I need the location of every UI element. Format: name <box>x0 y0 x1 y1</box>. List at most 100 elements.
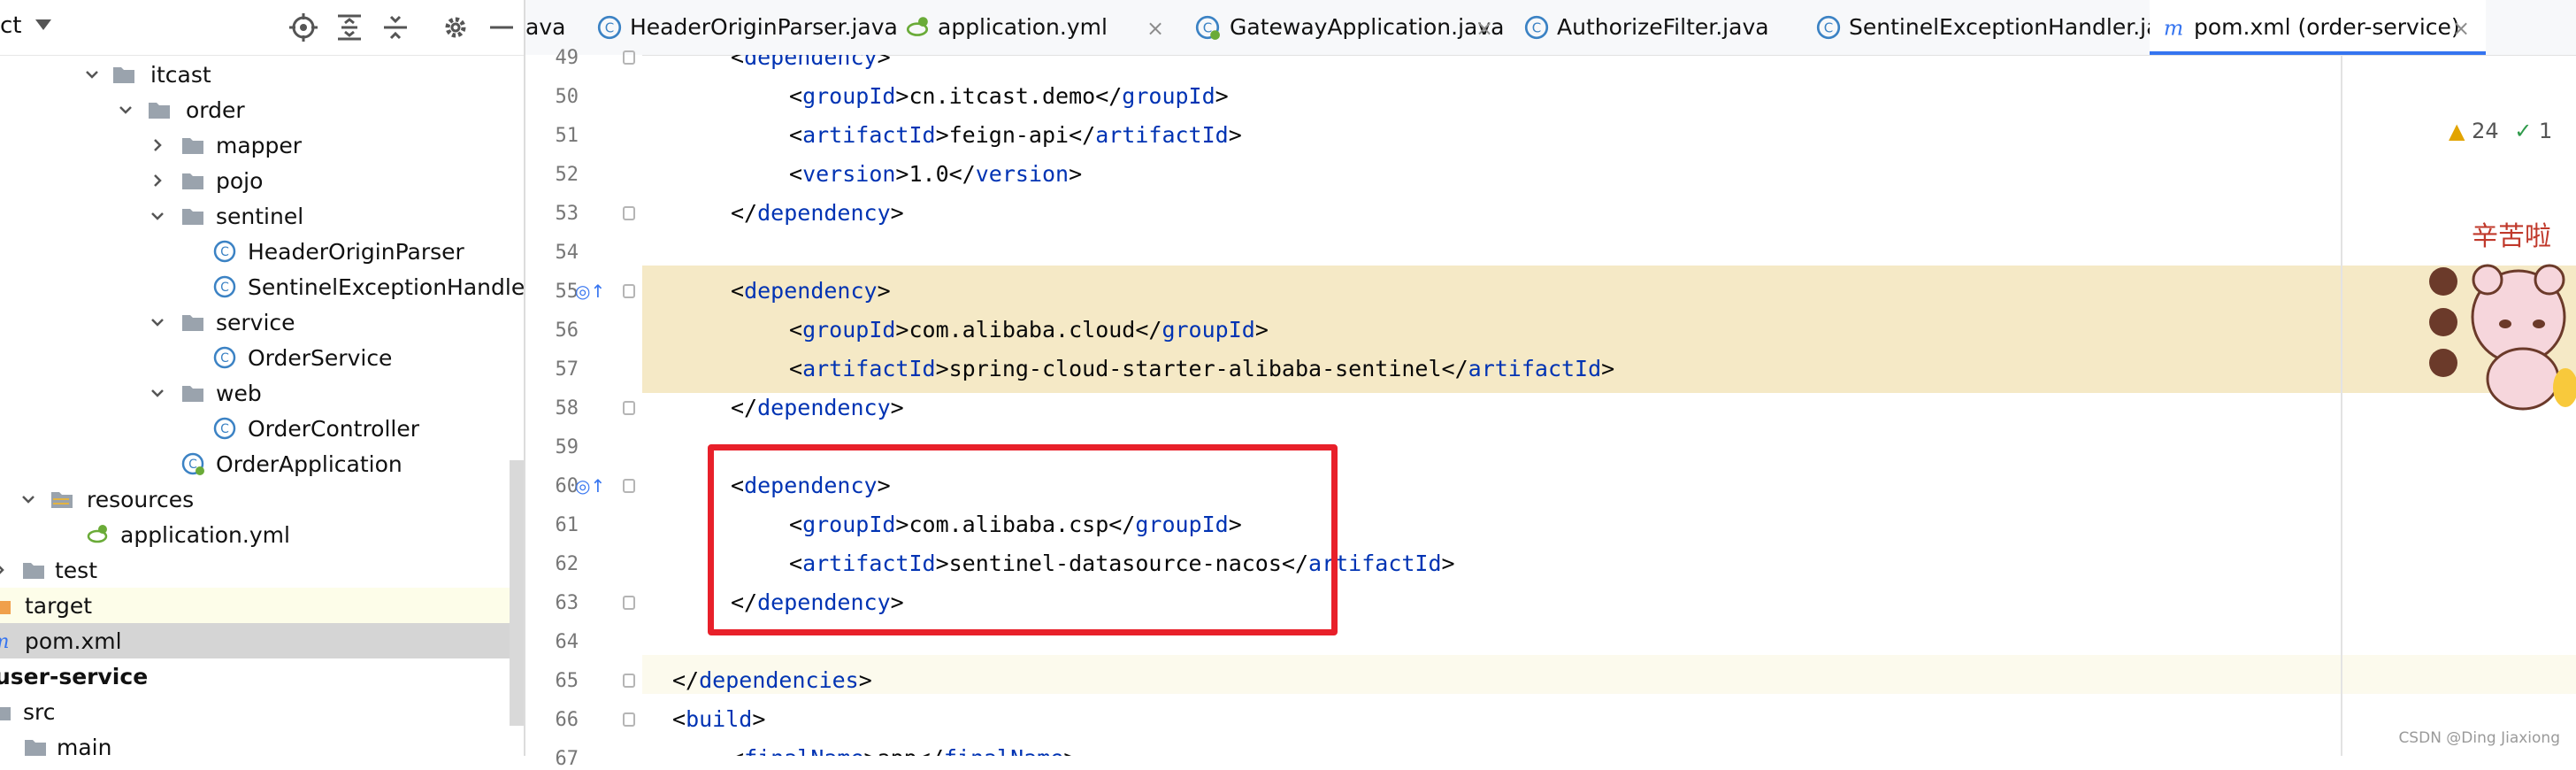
fold-marker-icon[interactable] <box>623 712 635 727</box>
line-number: 63 <box>555 592 579 614</box>
tree-item-label: test <box>55 558 98 583</box>
tree-item[interactable]: C OrderService <box>0 340 524 375</box>
tab-label: GatewayApplication.java <box>1230 14 1505 40</box>
editor-tab[interactable]: C HeaderOriginParser.java <box>580 0 898 55</box>
tree-item[interactable]: src <box>0 694 524 729</box>
code-line[interactable]: <build> <box>672 700 765 739</box>
chevron-down-icon[interactable] <box>115 99 136 120</box>
ok-count: 1 <box>2539 119 2553 143</box>
line-number: 58 <box>555 397 579 420</box>
dropdown-arrow-icon[interactable] <box>35 19 51 30</box>
code-line[interactable]: <artifactId>feign-api</artifactId> <box>789 116 1242 155</box>
folder-icon <box>180 204 205 228</box>
tree-item-label: HeaderOriginParser <box>248 239 464 265</box>
warning-icon: ▲ <box>2449 119 2465 143</box>
collapse-all-icon[interactable] <box>380 12 410 42</box>
tree-item-label: pojo <box>216 168 264 194</box>
editor-tab[interactable]: application.yml × <box>888 0 1178 55</box>
folder-icon <box>180 310 205 335</box>
tree-item[interactable]: main <box>0 729 524 756</box>
tree-item[interactable]: user-service <box>0 658 524 694</box>
gear-icon[interactable] <box>441 12 471 42</box>
code-line[interactable]: <dependency> <box>731 272 891 311</box>
chevron-down-icon[interactable] <box>18 489 39 510</box>
editor-tab[interactable]: m pom.xml (order-service) × <box>2150 0 2486 55</box>
fold-marker-icon[interactable] <box>623 479 635 493</box>
chevron-down-icon[interactable] <box>81 64 103 85</box>
right-margin-guide <box>2341 55 2342 756</box>
override-marker-icon[interactable]: ◎↑ <box>575 475 605 497</box>
code-line[interactable]: <groupId>cn.itcast.demo</groupId> <box>789 77 1229 116</box>
line-number: 59 <box>555 436 579 458</box>
tab-label: AuthorizeFilter.java <box>1557 14 1769 40</box>
target-icon[interactable] <box>288 12 318 42</box>
tree-item[interactable]: C SentinelExceptionHandle <box>0 269 524 304</box>
chevron-right-icon[interactable] <box>147 135 168 156</box>
fold-marker-icon[interactable] <box>623 401 635 415</box>
editor-tab[interactable]: C GatewayApplication.java × <box>1178 0 1507 55</box>
line-number: 50 <box>555 86 579 108</box>
code-line[interactable]: </dependencies> <box>672 661 872 700</box>
fold-marker-icon[interactable] <box>623 284 635 298</box>
editor-tab[interactable]: C SentinelExceptionHandler.java <box>1799 0 2187 55</box>
tree-item[interactable]: C OrderController <box>0 411 524 446</box>
fold-marker-icon[interactable] <box>623 50 635 65</box>
fold-marker-icon[interactable] <box>623 596 635 610</box>
folder-icon <box>180 133 205 158</box>
tree-item[interactable]: pojo <box>0 163 524 198</box>
tree-item[interactable]: service <box>0 304 524 340</box>
fold-marker-icon[interactable] <box>623 206 635 220</box>
minimize-icon[interactable] <box>487 12 517 42</box>
code-line[interactable]: </dependency> <box>731 194 904 233</box>
scrollbar[interactable] <box>510 460 524 726</box>
code-line[interactable]: </dependency> <box>731 389 904 427</box>
tab-label: HeaderOriginParser.java <box>630 14 898 40</box>
warnings-indicator[interactable]: ▲ 24 ✓ 1 <box>2449 119 2552 143</box>
expand-all-icon[interactable] <box>334 12 364 42</box>
override-marker-icon[interactable]: ◎↑ <box>575 281 605 302</box>
fold-marker-icon[interactable] <box>623 674 635 688</box>
folder-icon <box>111 62 136 87</box>
tree-item[interactable]: test <box>0 552 524 588</box>
close-icon[interactable]: × <box>1146 16 1164 41</box>
code-line[interactable]: <dependency> <box>731 55 891 77</box>
tree-item[interactable]: web <box>0 375 524 411</box>
chevron-down-icon[interactable] <box>147 205 168 227</box>
tab-label: ava <box>525 14 566 40</box>
line-number: 49 <box>555 47 579 69</box>
line-number: 60 <box>555 475 579 497</box>
tree-item[interactable]: application.yml <box>0 517 524 552</box>
line-number: 51 <box>555 125 579 147</box>
editor-tab[interactable]: C AuthorizeFilter.java <box>1507 0 1799 55</box>
tree-item[interactable]: m pom.xml <box>0 623 524 658</box>
chevron-down-icon[interactable] <box>147 312 168 333</box>
tree-item[interactable]: order <box>0 92 524 127</box>
tree-item-label: web <box>216 381 262 406</box>
close-icon[interactable]: × <box>1476 16 1493 41</box>
code-line[interactable]: <groupId>com.alibaba.cloud</groupId> <box>789 311 1269 350</box>
class-icon: C <box>212 274 237 299</box>
chevron-down-icon[interactable] <box>147 382 168 404</box>
svg-text:C: C <box>220 422 229 436</box>
code-line[interactable]: <version>1.0</version> <box>789 155 1082 194</box>
line-number: 67 <box>555 748 579 770</box>
line-number: 66 <box>555 709 579 731</box>
svg-text:m: m <box>0 631 9 653</box>
svg-text:C: C <box>605 19 614 35</box>
code-editor[interactable]: <dependency> <groupId>cn.itcast.demo</gro… <box>642 55 2576 756</box>
tree-item[interactable]: itcast <box>0 57 524 92</box>
tree-item[interactable]: target <box>0 588 524 623</box>
tree-item[interactable]: sentinel <box>0 198 524 234</box>
code-line[interactable]: <artifactId>spring-cloud-starter-alibaba… <box>789 350 1614 389</box>
tree-item[interactable]: resources <box>0 481 524 517</box>
project-title[interactable]: ct <box>0 12 22 39</box>
chevron-right-icon[interactable] <box>147 170 168 191</box>
svg-text:C: C <box>1824 19 1833 35</box>
tree-item[interactable]: C HeaderOriginParser <box>0 234 524 269</box>
tree-item[interactable]: mapper <box>0 127 524 163</box>
code-line[interactable]: <finalName>app</finalName> <box>731 739 1077 756</box>
line-number: 56 <box>555 320 579 342</box>
close-icon[interactable]: × <box>2452 16 2470 41</box>
tree-item[interactable]: C OrderApplication <box>0 446 524 481</box>
chevron-right-icon[interactable] <box>0 559 11 581</box>
